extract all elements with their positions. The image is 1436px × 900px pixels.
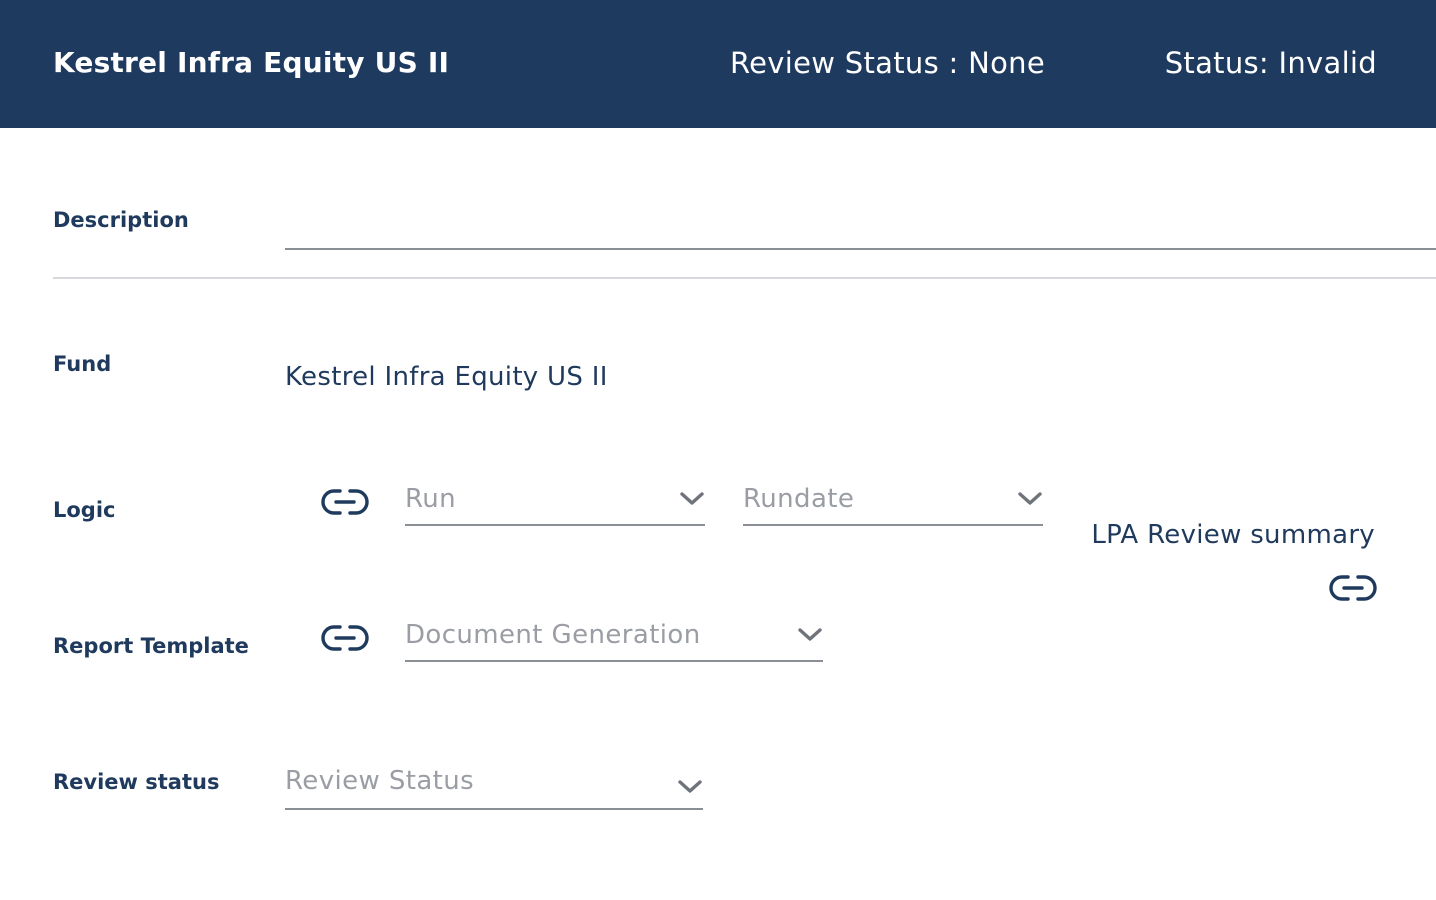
chevron-down-icon (797, 626, 823, 644)
report-template-label: Report Template (53, 634, 249, 658)
header-review-status: Review Status : None (730, 46, 1045, 80)
fund-label: Fund (53, 352, 112, 376)
review-status-label: Review status (53, 770, 220, 794)
chevron-down-icon (677, 778, 703, 796)
report-template-select-placeholder: Document Generation (405, 620, 701, 650)
logic-label: Logic (53, 498, 116, 522)
review-status-select-placeholder: Review Status (285, 766, 475, 796)
rundate-select[interactable]: Rundate (743, 478, 1043, 526)
run-select-placeholder: Run (405, 484, 457, 514)
description-label: Description (53, 208, 189, 232)
description-input[interactable] (285, 196, 1436, 250)
logic-link-icon[interactable] (320, 488, 370, 516)
page-header: Kestrel Infra Equity US II Review Status… (0, 0, 1436, 128)
chevron-down-icon (1017, 490, 1043, 508)
header-status: Status: Invalid (1164, 46, 1377, 80)
page-title: Kestrel Infra Equity US II (53, 46, 450, 79)
review-status-select[interactable]: Review Status (285, 762, 703, 810)
lpa-review-summary-label: LPA Review summary (1091, 520, 1375, 550)
fund-value: Kestrel Infra Equity US II (285, 362, 608, 392)
section-divider (53, 277, 1436, 279)
rundate-select-placeholder: Rundate (743, 484, 855, 514)
run-select[interactable]: Run (405, 478, 705, 526)
lpa-review-summary-link-icon[interactable] (1328, 574, 1378, 602)
report-template-select[interactable]: Document Generation (405, 614, 823, 662)
report-template-link-icon[interactable] (320, 624, 370, 652)
chevron-down-icon (679, 490, 705, 508)
